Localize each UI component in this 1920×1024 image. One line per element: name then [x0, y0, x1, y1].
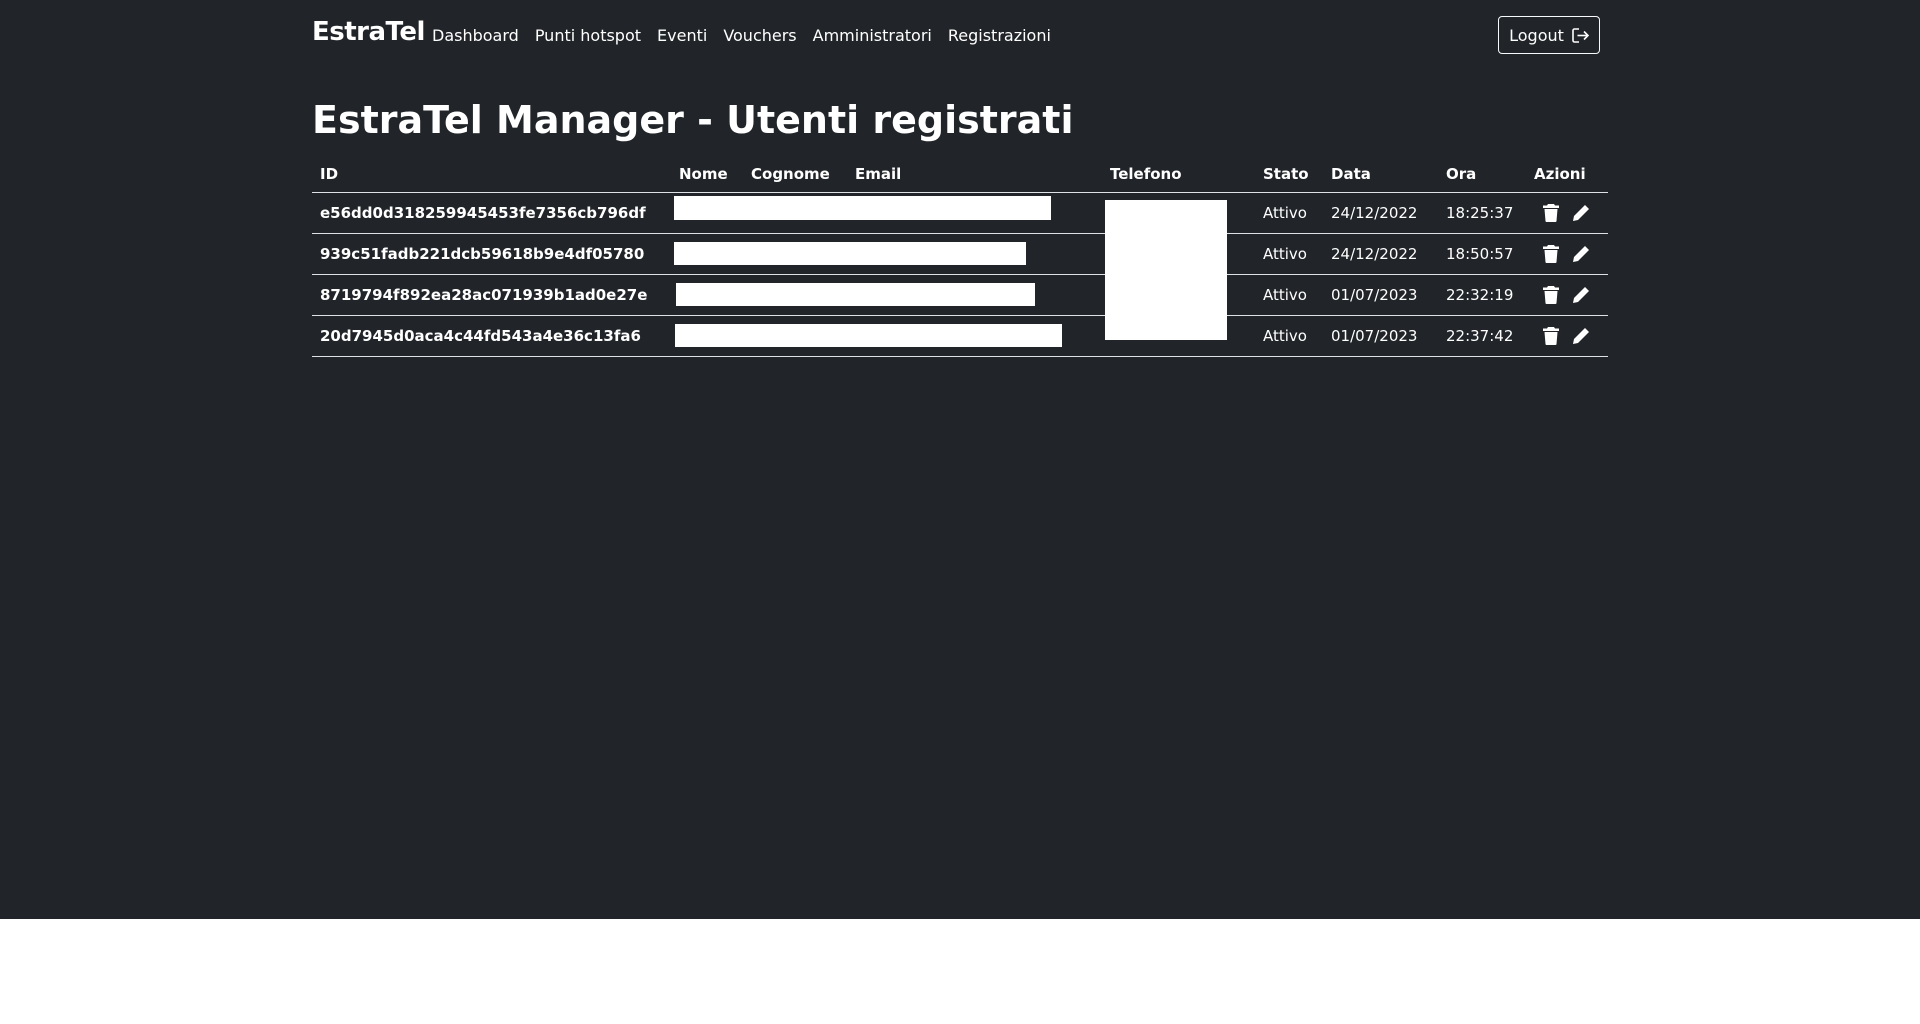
users-table: ID Nome Cognome Email Telefono Stato Dat…	[312, 156, 1608, 357]
row-id: 939c51fadb221dcb59618b9e4df05780	[312, 233, 671, 275]
nav-registrazioni[interactable]: Registrazioni	[948, 26, 1051, 45]
row-data: 01/07/2023	[1323, 274, 1438, 316]
redacted-personal-data	[671, 233, 1102, 275]
pencil-icon[interactable]	[1572, 204, 1590, 222]
redacted-phone-cell	[1102, 233, 1255, 275]
table-row: 8719794f892ea28ac071939b1ad0e27e Attivo …	[312, 274, 1608, 316]
redacted-phone-cell	[1102, 274, 1255, 316]
nav-eventi[interactable]: Eventi	[657, 26, 707, 45]
header-email[interactable]: Email	[847, 156, 1102, 193]
row-ora: 22:37:42	[1438, 315, 1526, 357]
row-ora: 18:50:57	[1438, 233, 1526, 275]
row-data: 24/12/2022	[1323, 233, 1438, 275]
redacted-personal-data	[671, 274, 1102, 316]
row-ora: 22:32:19	[1438, 274, 1526, 316]
row-actions	[1526, 192, 1608, 234]
logout-label: Logout	[1509, 25, 1564, 45]
nav-punti-hotspot[interactable]: Punti hotspot	[535, 26, 641, 45]
row-id: 8719794f892ea28ac071939b1ad0e27e	[312, 274, 671, 316]
header-cognome[interactable]: Cognome	[743, 156, 847, 193]
page-title: EstraTel Manager - Utenti registrati	[312, 98, 1074, 142]
row-actions	[1526, 274, 1608, 316]
nav-dashboard[interactable]: Dashboard	[432, 26, 519, 45]
row-actions	[1526, 233, 1608, 275]
header-ora[interactable]: Ora	[1438, 156, 1526, 193]
table-header-row: ID Nome Cognome Email Telefono Stato Dat…	[312, 156, 1608, 193]
header-azioni: Azioni	[1526, 156, 1608, 193]
table-row: 20d7945d0aca4c44fd543a4e36c13fa6 Attivo …	[312, 315, 1608, 357]
trash-icon[interactable]	[1542, 327, 1560, 345]
brand-logo[interactable]: EstraTel	[312, 17, 425, 47]
nav-amministratori[interactable]: Amministratori	[813, 26, 932, 45]
header-stato[interactable]: Stato	[1255, 156, 1323, 193]
row-stato: Attivo	[1255, 315, 1323, 357]
trash-icon[interactable]	[1542, 245, 1560, 263]
row-data: 24/12/2022	[1323, 192, 1438, 234]
pencil-icon[interactable]	[1572, 245, 1590, 263]
row-ora: 18:25:37	[1438, 192, 1526, 234]
header-data[interactable]: Data	[1323, 156, 1438, 193]
trash-icon[interactable]	[1542, 286, 1560, 304]
table-row: e56dd0d318259945453fe7356cb796df Attivo …	[312, 192, 1608, 340]
header-nome[interactable]: Nome	[671, 156, 743, 193]
nav-links: Dashboard Punti hotspot Eventi Vouchers …	[432, 26, 1051, 45]
redacted-phone	[1102, 192, 1255, 340]
pencil-icon[interactable]	[1572, 327, 1590, 345]
redacted-personal-data	[671, 192, 1102, 234]
row-stato: Attivo	[1255, 192, 1323, 234]
table-row: 939c51fadb221dcb59618b9e4df05780 Attivo …	[312, 233, 1608, 275]
row-data: 01/07/2023	[1323, 315, 1438, 357]
trash-icon[interactable]	[1542, 204, 1560, 222]
row-id: 20d7945d0aca4c44fd543a4e36c13fa6	[312, 315, 671, 357]
redacted-phone-cell	[1102, 315, 1255, 357]
page-background: EstraTel Dashboard Punti hotspot Eventi …	[0, 0, 1920, 919]
row-stato: Attivo	[1255, 233, 1323, 275]
navbar: EstraTel Dashboard Punti hotspot Eventi …	[312, 0, 1600, 72]
header-telefono[interactable]: Telefono	[1102, 156, 1255, 193]
header-id[interactable]: ID	[312, 156, 671, 193]
logout-button[interactable]: Logout	[1498, 16, 1600, 54]
pencil-icon[interactable]	[1572, 286, 1590, 304]
row-id: e56dd0d318259945453fe7356cb796df	[312, 192, 671, 234]
nav-vouchers[interactable]: Vouchers	[723, 26, 796, 45]
row-actions	[1526, 315, 1608, 357]
row-stato: Attivo	[1255, 274, 1323, 316]
logout-icon	[1572, 27, 1589, 43]
redacted-personal-data	[671, 315, 1102, 357]
